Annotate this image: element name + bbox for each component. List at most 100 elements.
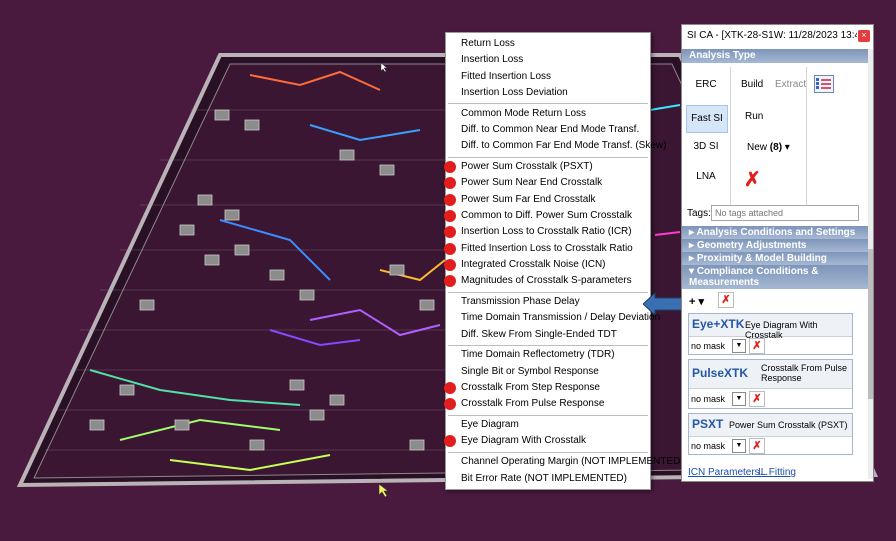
menu-item[interactable]: Eye Diagram (446, 417, 650, 433)
menu-item[interactable]: Insertion Loss to Crosstalk Ratio (ICR) (444, 224, 650, 240)
menu-item[interactable]: Time Domain Transmission / Delay Deviati… (446, 310, 660, 326)
menu-item[interactable]: Power Sum Crosstalk (PSXT) (444, 159, 650, 175)
menu-item[interactable]: Diff. to Common Near End Mode Transf. (446, 122, 650, 138)
menu-separator (448, 414, 648, 416)
menu-item[interactable]: Eye Diagram With Crosstalk (444, 433, 650, 449)
menu-item[interactable]: Power Sum Far End Crosstalk (444, 192, 650, 208)
measurement-header[interactable]: PulseXTK Crosstalk From Pulse Response (689, 360, 852, 389)
menu-separator (448, 344, 648, 346)
close-button[interactable]: × (858, 30, 870, 42)
add-measurement-button[interactable]: + ▾ (689, 295, 704, 308)
menu-item-label: Crosstalk From Step Response (461, 382, 600, 393)
measurement-name: Crosstalk From Pulse Response (761, 363, 848, 383)
remove-measurement-button[interactable]: ✗ (749, 391, 765, 407)
red-dot-icon (444, 435, 456, 448)
il-fitting-link[interactable]: IL Fitting (758, 467, 796, 478)
menu-item-label: Single Bit or Symbol Response (461, 365, 599, 377)
menu-item[interactable]: Common Mode Return Loss (446, 106, 650, 122)
menu-item-label: Integrated Crosstalk Noise (ICN) (461, 258, 606, 270)
menu-separator (448, 451, 648, 453)
type-erc-button[interactable]: ERC (688, 79, 724, 90)
menu-item-label: Transmission Phase Delay (461, 296, 580, 307)
menu-item[interactable]: Integrated Crosstalk Noise (ICN) (444, 257, 650, 273)
red-dot-icon (444, 242, 456, 255)
menu-item-label: Insertion Loss Deviation (461, 86, 568, 98)
section-geometry-adjustments[interactable]: ▸ Geometry Adjustments (682, 239, 868, 252)
si-ca-panel: SI CA - [XTK-28-S1W: 11/28/2023 13:46:05… (681, 24, 874, 482)
measurement-context-menu: Return Loss Insertion Loss Fitted Insertio… (444, 32, 684, 490)
red-dot-icon (444, 161, 456, 174)
menu-item[interactable]: Power Sum Near End Crosstalk (444, 175, 650, 191)
icn-parameters-link[interactable]: ICN Parameters... (688, 467, 768, 478)
menu-item[interactable]: Insertion Loss Deviation (446, 85, 650, 101)
red-dot-icon (444, 226, 456, 239)
menu-item-label: Diff. Skew From Single-Ended TDT (461, 328, 617, 340)
menu-item-label: Eye Diagram (461, 419, 519, 431)
menu-item-label: Time Domain Transmission / Delay Deviati… (461, 312, 661, 324)
menu-item[interactable]: Crosstalk From Pulse Response (444, 396, 650, 412)
panel-titlebar[interactable]: SI CA - [XTK-28-S1W: 11/28/2023 13:46:05… (682, 25, 873, 47)
mouse-cursor (378, 483, 389, 498)
section-label: Geometry Adjustments (696, 240, 807, 251)
mask-dropdown[interactable]: ▼ (732, 339, 746, 353)
menu-item-label: Power Sum Near End Crosstalk (461, 177, 603, 189)
mask-dropdown[interactable]: ▼ (732, 392, 746, 406)
menu-separator (448, 291, 648, 293)
red-dot-icon (444, 258, 456, 271)
measurement-eye-xtk: Eye+XTK Eye Diagram With Crosstalk no ma… (688, 313, 853, 355)
section-proximity-model[interactable]: ▸ Proximity & Model Building Settings (682, 252, 868, 277)
menu-item[interactable]: Insertion Loss (446, 52, 650, 68)
measurement-name: Power Sum Crosstalk (PSXT) (729, 420, 848, 430)
panel-scrollbar[interactable] (868, 49, 873, 479)
menu-item[interactable]: Common to Diff. Power Sum Crosstalk (444, 208, 650, 224)
remove-button[interactable]: ✗ (718, 292, 734, 308)
panel-title: SI CA - [XTK-28-S1W: 11/28/2023 13:46:05… (687, 30, 857, 41)
menu-item[interactable]: Magnitudes of Crosstalk S-parameters (444, 273, 650, 289)
mask-label: no mask (691, 394, 726, 404)
menu-item-label: Fitted Insertion Loss to Crosstalk Ratio (461, 242, 633, 254)
menu-item[interactable]: Diff. to Common Far End Mode Transf. (Sk… (446, 138, 666, 154)
remove-measurement-button[interactable]: ✗ (749, 438, 765, 454)
remove-measurement-button[interactable]: ✗ (749, 338, 765, 354)
type-fast-si-button[interactable]: Fast SI (686, 105, 728, 133)
measurement-header[interactable]: Eye+XTK Eye Diagram With Crosstalk (689, 314, 852, 340)
menu-item[interactable]: Crosstalk From Step Response (444, 380, 650, 396)
menu-item[interactable]: Transmission Phase Delay (446, 294, 650, 310)
red-dot-icon (444, 275, 456, 288)
menu-item[interactable]: Fitted Insertion Loss to Crosstalk Ratio (444, 241, 650, 257)
menu-item[interactable]: Single Bit or Symbol Response (446, 364, 650, 380)
new-text: New (747, 142, 768, 153)
mask-dropdown[interactable]: ▼ (732, 439, 746, 453)
measurement-header[interactable]: PSXT Power Sum Crosstalk (PSXT) (689, 414, 852, 437)
menu-item[interactable]: Return Loss (446, 36, 650, 52)
tags-label: Tags: (687, 208, 711, 219)
tags-input[interactable] (711, 205, 859, 221)
extract-button[interactable]: Extract (775, 79, 806, 90)
menu-item[interactable]: Time Domain Reflectometry (TDR) (446, 347, 650, 363)
checklist-icon[interactable] (814, 75, 834, 93)
measurement-pulse-xtk: PulseXTK Crosstalk From Pulse Response n… (688, 359, 853, 409)
section-analysis-conditions[interactable]: ▸ Analysis Conditions and Settings (682, 226, 868, 239)
mask-label: no mask (691, 441, 726, 451)
menu-item-label: Fitted Insertion Loss (461, 70, 552, 82)
menu-item-label: Time Domain Reflectometry (TDR) (461, 349, 615, 361)
menu-item-label: Crosstalk From Pulse Response (461, 398, 605, 410)
menu-item[interactable]: Fitted Insertion Loss (446, 69, 650, 85)
menu-item-label: Diff. to Common Near End Mode Transf. (461, 124, 640, 135)
type-lna-button[interactable]: LNA (688, 171, 724, 182)
section-compliance[interactable]: ▾ Compliance Conditions & Measurements (682, 265, 868, 289)
measurement-code: PSXT (692, 417, 724, 431)
build-button[interactable]: Build (741, 79, 763, 90)
type-3d-si-button[interactable]: 3D SI (688, 141, 724, 152)
mask-label: no mask (691, 341, 726, 351)
menu-item-label: Power Sum Crosstalk (PSXT) (461, 161, 593, 173)
run-button[interactable]: Run (745, 111, 763, 122)
menu-item[interactable]: Bit Error Rate (NOT IMPLEMENTED) (446, 471, 650, 487)
menu-item[interactable]: Channel Operating Margin (NOT IMPLEMENTE… (446, 454, 684, 470)
new-count: (8) (769, 142, 783, 153)
menu-item[interactable]: Diff. Skew From Single-Ended TDT (446, 327, 650, 343)
cancel-x-icon[interactable]: ✗ (744, 167, 761, 192)
section-label: Compliance Conditions & Measurements (689, 266, 819, 288)
scrollbar-thumb[interactable] (868, 249, 873, 399)
new-label[interactable]: New (8) ▾ (747, 142, 790, 153)
